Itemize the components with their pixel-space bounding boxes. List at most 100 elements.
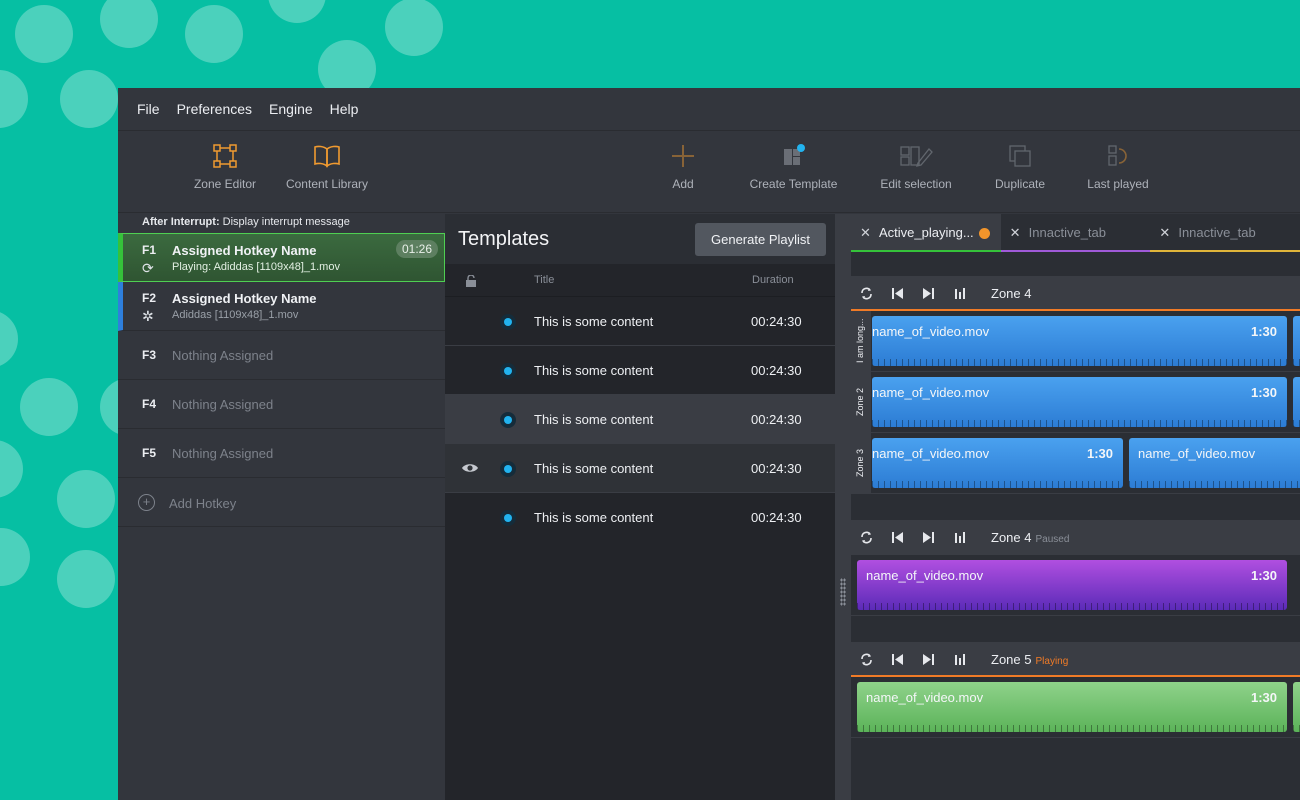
tab-inactive[interactable]: ✕ Innactive_tab: [1000, 214, 1151, 252]
video-clip[interactable]: name_of_video.mov 1:30: [872, 316, 1287, 366]
add-hotkey-label: Add Hotkey: [169, 496, 237, 511]
unlock-icon[interactable]: [465, 275, 477, 287]
menu-bar: File Preferences Engine Help: [118, 88, 1300, 131]
zone-lane: I am long... name_of_video.mov 1:30: [851, 311, 1300, 372]
add-button[interactable]: Add: [663, 143, 703, 191]
video-clip[interactable]: name_of_video.mov 1:30: [872, 438, 1123, 488]
hotkey-f5[interactable]: F5 Nothing Assigned: [118, 429, 445, 478]
duplicate-button[interactable]: Duplicate: [990, 143, 1050, 191]
edit-selection-icon: [900, 146, 933, 167]
duplicate-icon: [1009, 145, 1031, 167]
skip-forward-icon[interactable]: [922, 653, 935, 666]
main-area: After Interrupt: Display interrupt messa…: [118, 214, 1300, 800]
hotkey-key: F5: [142, 446, 157, 460]
zone-status: Paused: [1035, 534, 1070, 545]
templates-title: Templates: [458, 228, 550, 250]
status-dot-icon: [500, 510, 516, 526]
clip-duration: 1:30: [1250, 385, 1277, 400]
hotkey-name: Nothing Assigned: [172, 446, 274, 461]
hotkey-f2[interactable]: F2 Assigned Hotkey Name ✲ Adiddas [1109x…: [118, 282, 445, 331]
panel-resize-handle[interactable]: [835, 214, 851, 800]
add-hotkey-button[interactable]: + Add Hotkey: [118, 478, 445, 527]
skip-forward-icon[interactable]: [922, 531, 935, 544]
template-row[interactable]: This is some content 00:24:30: [445, 346, 835, 395]
plus-icon: [672, 145, 694, 167]
hotkeys-panel: After Interrupt: Display interrupt messa…: [118, 214, 445, 800]
clip-name: name_of_video.mov: [866, 568, 984, 583]
background-dot: [0, 70, 28, 128]
tab-active-playing[interactable]: ✕ Active_playing...: [851, 214, 1001, 252]
video-clip[interactable]: name_of_video.mov 1:30: [857, 682, 1287, 732]
playing-indicator-icon: [979, 228, 990, 239]
column-title[interactable]: Title: [534, 274, 554, 286]
generate-playlist-button[interactable]: Generate Playlist: [695, 223, 826, 256]
video-clip[interactable]: [1293, 316, 1300, 366]
time-badge: 01:26: [395, 240, 438, 258]
lane-label: I am long...: [851, 311, 871, 371]
skip-forward-icon[interactable]: [922, 287, 935, 300]
video-clip[interactable]: name_of_video.mov 1:30: [872, 377, 1287, 427]
content-library-button[interactable]: Content Library: [282, 143, 372, 191]
hotkey-key: F3: [142, 348, 157, 362]
skip-back-icon[interactable]: [891, 531, 904, 544]
eye-icon[interactable]: [461, 462, 479, 474]
last-played-button[interactable]: Last played: [1084, 143, 1152, 191]
skip-back-icon[interactable]: [891, 287, 904, 300]
template-row[interactable]: This is some content 00:24:30: [445, 297, 835, 346]
tab-inactive[interactable]: ✕ Innactive_tab: [1150, 214, 1300, 252]
background-dot: [0, 310, 18, 368]
loop-icon[interactable]: [860, 653, 873, 666]
equalizer-icon[interactable]: [953, 653, 966, 666]
template-title: This is some content: [534, 412, 654, 427]
content-library-label: Content Library: [285, 177, 369, 191]
templates-panel: Templates Generate Playlist Title Durati…: [445, 214, 835, 800]
background-dot: [185, 5, 243, 63]
template-row[interactable]: This is some content 00:24:30: [445, 395, 835, 444]
equalizer-icon[interactable]: [953, 531, 966, 544]
zone-editor-button[interactable]: Zone Editor: [193, 143, 257, 191]
hotkey-key: F1: [142, 243, 157, 257]
close-icon[interactable]: ✕: [860, 225, 871, 241]
video-clip[interactable]: name_of_video.mov 1:30: [857, 560, 1287, 610]
toolbar: Zone Editor Content Library Add Create T…: [118, 131, 1300, 213]
edit-selection-button[interactable]: Edit selection: [876, 143, 956, 191]
hotkey-f4[interactable]: F4 Nothing Assigned: [118, 380, 445, 429]
menu-file[interactable]: File: [137, 101, 160, 117]
loop-icon[interactable]: [860, 531, 873, 544]
clip-duration: 1:30: [1250, 690, 1277, 705]
edit-selection-label: Edit selection: [880, 177, 952, 191]
create-template-button[interactable]: Create Template: [746, 143, 841, 191]
timeline-panel: ✕ Active_playing... ✕ Innactive_tab ✕ In…: [851, 214, 1300, 800]
grip-icon: [840, 578, 846, 606]
skip-back-icon[interactable]: [891, 653, 904, 666]
menu-engine[interactable]: Engine: [269, 101, 313, 117]
close-icon[interactable]: ✕: [1010, 225, 1021, 241]
video-clip[interactable]: [1293, 377, 1300, 427]
zone-name: Zone 4: [991, 530, 1032, 545]
background-dot: [268, 0, 326, 23]
hotkey-f3[interactable]: F3 Nothing Assigned: [118, 331, 445, 380]
template-row[interactable]: This is some content 00:24:30: [445, 493, 835, 542]
hotkey-f1[interactable]: F1 Assigned Hotkey Name ⟳ Playing: Adidd…: [118, 233, 445, 282]
close-icon[interactable]: ✕: [1159, 225, 1170, 241]
background-dot: [20, 378, 78, 436]
equalizer-icon[interactable]: [953, 287, 966, 300]
zone-name-group: Zone 4 Paused: [991, 530, 1069, 545]
tab-label: Active_playing...: [879, 225, 974, 240]
video-clip[interactable]: name_of_video.mov: [1129, 438, 1300, 488]
last-played-label: Last played: [1087, 177, 1149, 191]
menu-help[interactable]: Help: [330, 101, 359, 117]
loop-icon[interactable]: [860, 287, 873, 300]
clip-name: name_of_video.mov: [1138, 446, 1256, 461]
hotkey-name: Nothing Assigned: [172, 397, 274, 412]
zone-name-group: Zone 5 Playing: [991, 652, 1068, 667]
video-clip[interactable]: [1293, 682, 1300, 732]
background-dot: [0, 440, 23, 498]
column-duration[interactable]: Duration: [752, 274, 794, 286]
status-dot-icon: [500, 314, 516, 330]
menu-preferences[interactable]: Preferences: [177, 101, 252, 117]
template-row[interactable]: This is some content 00:24:30: [445, 444, 835, 493]
template-title: This is some content: [534, 461, 654, 476]
